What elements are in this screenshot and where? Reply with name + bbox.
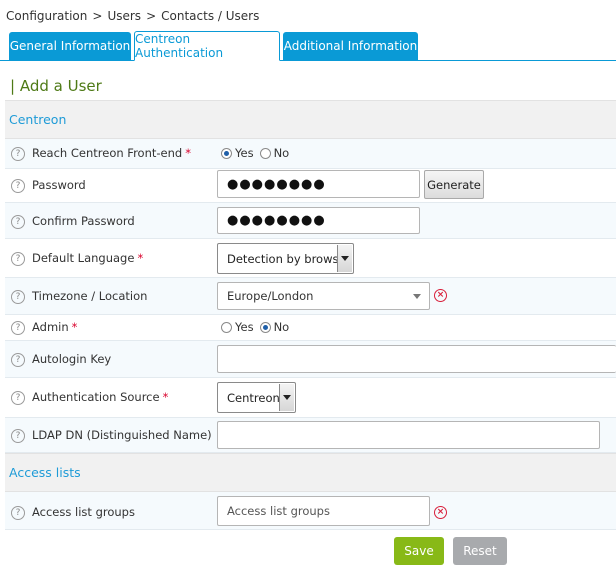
radio-yes-label: Yes	[235, 320, 254, 334]
help-icon[interactable]: ?	[11, 321, 25, 335]
password-label: Password	[32, 178, 86, 192]
default-language-label: Default Language *	[32, 251, 144, 265]
generate-button[interactable]: Generate	[424, 170, 484, 199]
row-admin	[5, 315, 616, 341]
admin-no-radio[interactable]	[259, 321, 271, 333]
help-icon[interactable]: ?	[11, 429, 25, 443]
chevron-down-icon	[413, 294, 421, 299]
breadcrumb: Configuration > Users > Contacts / Users	[6, 9, 259, 23]
confirm-password-label: Confirm Password	[32, 214, 135, 228]
password-input[interactable]: ●●●●●●●●	[217, 170, 420, 198]
radio-no-label: No	[273, 320, 290, 334]
help-icon[interactable]: ?	[11, 179, 25, 193]
breadcrumb-item-users[interactable]: Users	[107, 9, 141, 23]
radio-yes-label: Yes	[235, 146, 254, 160]
clear-access-list-groups-icon[interactable]: ×	[434, 506, 447, 519]
timezone-value: Europe/London	[227, 289, 314, 303]
help-icon[interactable]: ?	[11, 290, 25, 304]
section-header-access-lists: Access lists	[5, 453, 616, 492]
help-icon[interactable]: ?	[11, 506, 25, 520]
timezone-select[interactable]: Europe/London	[217, 282, 430, 310]
help-icon[interactable]: ?	[11, 353, 25, 367]
radio-no-label: No	[273, 146, 290, 160]
auth-source-select[interactable]: Centreon	[217, 382, 296, 413]
autologin-key-label: Autologin Key	[32, 352, 112, 366]
tab-additional-information[interactable]: Additional Information	[283, 32, 418, 60]
required-marker: *	[162, 390, 169, 404]
autologin-key-input[interactable]	[217, 345, 616, 373]
tab-general-information[interactable]: General Information	[9, 32, 131, 60]
section-header-centreon: Centreon	[5, 100, 616, 139]
breadcrumb-item-contacts-users[interactable]: Contacts / Users	[161, 9, 259, 23]
help-icon[interactable]: ?	[11, 215, 25, 229]
timezone-label: Timezone / Location	[32, 289, 148, 303]
chevron-down-icon	[279, 384, 294, 411]
reach-frontend-yes-radio[interactable]	[221, 147, 232, 159]
tab-bar-underline	[0, 60, 616, 61]
tab-centreon-authentication[interactable]: Centreon Authentication	[134, 31, 280, 61]
breadcrumb-separator: >	[92, 9, 103, 23]
help-icon[interactable]: ?	[11, 147, 25, 161]
chevron-down-icon	[337, 245, 352, 272]
save-button[interactable]: Save	[394, 537, 444, 565]
admin-label: Admin *	[32, 320, 78, 334]
required-marker: *	[137, 251, 144, 265]
reach-frontend-no-radio[interactable]	[259, 147, 271, 159]
reset-button[interactable]: Reset	[453, 537, 507, 565]
ldap-dn-input[interactable]	[217, 421, 600, 449]
breadcrumb-separator: >	[146, 9, 157, 23]
admin-yes-radio[interactable]	[221, 321, 232, 333]
required-marker: *	[185, 146, 191, 160]
access-list-groups-input[interactable]: Access list groups	[217, 496, 430, 526]
section-title-centreon: Centreon	[9, 112, 67, 127]
required-marker: *	[71, 320, 78, 334]
help-icon[interactable]: ?	[11, 252, 25, 266]
confirm-password-input[interactable]: ●●●●●●●●	[217, 207, 420, 234]
auth-source-value: Centreon	[227, 390, 280, 405]
access-list-groups-label: Access list groups	[32, 505, 135, 519]
ldap-dn-label: LDAP DN (Distinguished Name)	[32, 428, 212, 442]
access-list-groups-placeholder: Access list groups	[227, 504, 330, 518]
help-icon[interactable]: ?	[11, 391, 25, 405]
breadcrumb-item-configuration[interactable]: Configuration	[6, 9, 87, 23]
admin-radio-group: Yes No	[218, 320, 292, 334]
clear-timezone-icon[interactable]: ×	[434, 289, 447, 302]
reach-frontend-radio-group: Yes No	[218, 146, 292, 160]
page-title: | Add a User	[10, 77, 102, 95]
section-title-access-lists: Access lists	[9, 465, 81, 480]
default-language-select[interactable]: Detection by browser	[217, 243, 354, 274]
reach-frontend-label: Reach Centreon Front-end *	[32, 146, 191, 160]
default-language-value: Detection by browser	[227, 251, 351, 266]
auth-source-label: Authentication Source *	[32, 390, 169, 404]
